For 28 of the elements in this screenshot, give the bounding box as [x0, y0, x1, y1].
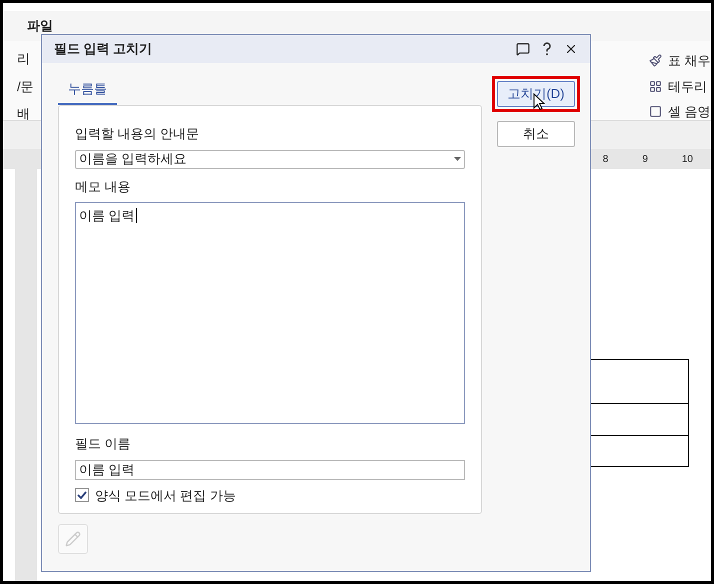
ribbon-label[interactable]: 표 채우	[668, 51, 711, 70]
checkbox-label: 양식 모드에서 편집 가능	[95, 486, 236, 504]
dropdown-caret-icon	[454, 157, 461, 161]
ruler-number: 10	[682, 152, 693, 166]
ribbon-label[interactable]: 배	[11, 104, 34, 124]
memo-field[interactable]: 이름 입력	[75, 202, 465, 424]
field-name-input[interactable]: 이름 입력	[75, 460, 465, 480]
dialog-button[interactable]: 취소	[497, 121, 575, 147]
ribbon-label[interactable]: 셀 음영	[668, 102, 711, 122]
ribbon-label[interactable]: /문	[11, 76, 34, 96]
guide-dropdown[interactable]: 이름을 입력하세요	[75, 150, 465, 168]
square-icon	[649, 105, 662, 118]
dialog-button[interactable]: 고치기(D)	[497, 81, 575, 107]
field-label: 입력할 내용의 안내문	[75, 125, 200, 143]
grid-icon	[649, 80, 662, 93]
ribbon-label[interactable]: 리	[11, 49, 34, 68]
field-label: 필드 이름	[75, 435, 132, 453]
ruler-number: 8	[602, 152, 608, 166]
field-label: 메모 내용	[75, 178, 132, 196]
close-icon[interactable]	[564, 42, 578, 56]
help-icon[interactable]	[542, 42, 552, 56]
dialog-title: 필드 입력 고치기	[54, 40, 152, 58]
checkbox[interactable]	[75, 488, 89, 502]
pencil-icon	[65, 531, 81, 547]
ribbon-label[interactable]: 테두리	[668, 76, 707, 96]
menu-item[interactable]: 파일	[27, 16, 53, 36]
ruler-number: 9	[642, 152, 648, 166]
comment-icon[interactable]	[516, 42, 530, 56]
